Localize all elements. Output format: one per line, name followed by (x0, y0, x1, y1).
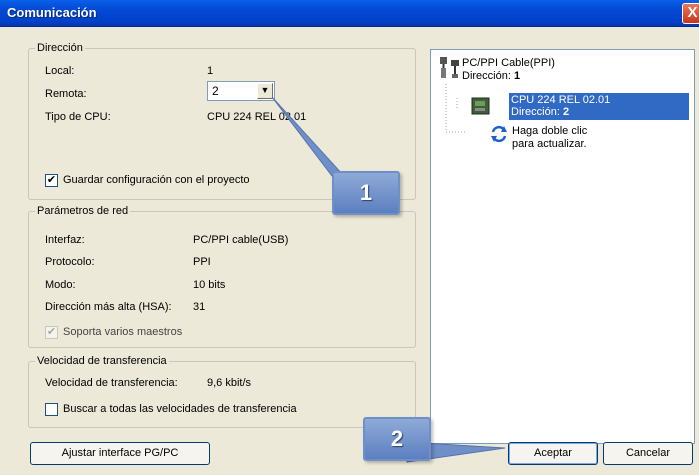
modo-label: Modo: (45, 279, 76, 291)
refresh-line-2[interactable]: para actualizar. (512, 138, 587, 150)
guardar-label: Guardar configuración con el proyecto (63, 174, 250, 186)
red-legend: Parámetros de red (35, 205, 131, 217)
close-icon: X (687, 4, 698, 21)
title-bar[interactable]: Comunicación X (0, 0, 699, 27)
modo-value: 10 bits (193, 279, 226, 291)
interfaz-value: PC/PPI cable(USB) (193, 234, 289, 246)
cable-address-label: Dirección: (462, 70, 511, 82)
aceptar-button[interactable]: Aceptar (508, 442, 598, 465)
cpu-node-selected[interactable]: CPU 224 REL 02.01 Dirección: 2 (509, 93, 689, 120)
rate-value: 9,6 kbit/s (207, 377, 252, 389)
callout-badge-2: 2 (363, 417, 431, 461)
cpu-node-name: CPU 224 REL 02.01 (511, 94, 611, 106)
cable-address-value: 1 (513, 70, 521, 82)
rate-label: Velocidad de transferencia: (45, 377, 178, 389)
cancelar-button[interactable]: Cancelar (603, 442, 693, 465)
chevron-down-icon[interactable]: ▼ (257, 83, 273, 99)
ajustar-interface-button[interactable]: Ajustar interface PG/PC (30, 442, 210, 465)
cpu-type-label: Tipo de CPU: (45, 111, 111, 123)
protocolo-label: Protocolo: (45, 256, 95, 268)
protocolo-value: PPI (193, 256, 211, 268)
remota-dropdown[interactable]: 2 ▼ (207, 81, 275, 101)
cable-icon (440, 57, 459, 78)
callout-badge-1: 1 (332, 171, 400, 215)
close-button[interactable]: X (682, 3, 699, 24)
remota-label: Remota: (45, 88, 87, 100)
refresh-line-1[interactable]: Haga doble clic (512, 125, 587, 137)
velocidad-legend: Velocidad de transferencia (35, 355, 169, 367)
direccion-legend: Dirección (35, 42, 85, 54)
maestros-label: Soporta varios maestros (63, 326, 183, 338)
local-value: 1 (207, 65, 214, 77)
cpu-icon (471, 97, 490, 115)
dialog-window: Comunicación X Dirección Local: 1 Remota… (0, 0, 699, 475)
cpu-address-label: Dirección: (511, 106, 560, 118)
cpu-address-value: 2 (562, 106, 570, 118)
cable-address: Dirección: 1 (462, 70, 520, 82)
guardar-checkbox[interactable]: ✔ (45, 174, 58, 187)
hsa-label: Dirección más alta (HSA): (45, 301, 172, 313)
remota-value: 2 (212, 84, 219, 98)
refresh-icon[interactable] (489, 124, 509, 144)
maestros-checkbox: ✔ (45, 326, 58, 339)
window-title: Comunicación (7, 5, 97, 20)
buscar-checkbox[interactable] (45, 403, 58, 416)
buscar-label: Buscar a todas las velocidades de transf… (63, 403, 297, 415)
cpu-type-value: CPU 224 REL 02.01 (207, 111, 307, 123)
network-tree[interactable]: PC/PPI Cable(PPI) Dirección: 1 CPU 224 R… (430, 49, 695, 444)
local-label: Local: (45, 65, 75, 77)
velocidad-group: Velocidad de transferencia (28, 355, 416, 428)
cpu-node-address: Dirección: 2 (511, 106, 687, 118)
cable-name[interactable]: PC/PPI Cable(PPI) (462, 57, 555, 69)
interfaz-label: Interfaz: (45, 234, 85, 246)
hsa-value: 31 (193, 301, 206, 313)
